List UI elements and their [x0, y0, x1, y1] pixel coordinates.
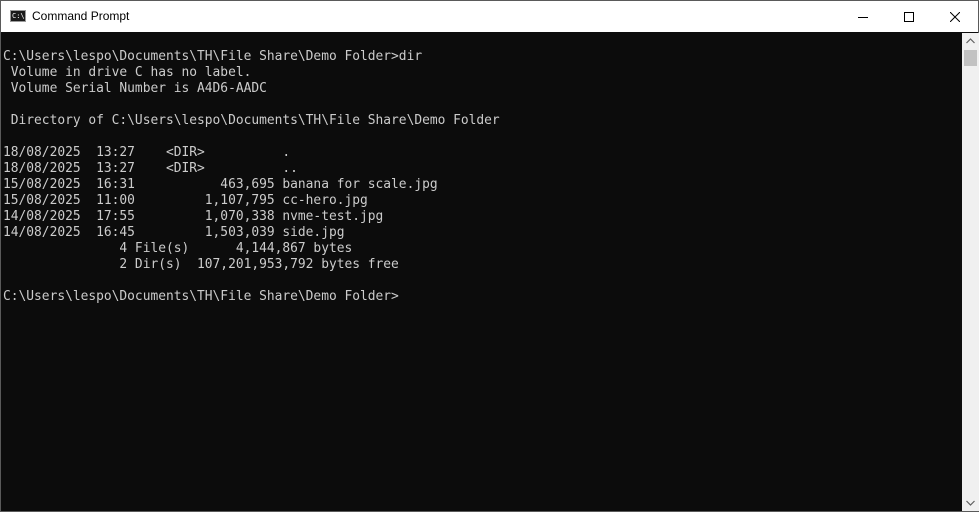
- console-output[interactable]: C:\Users\lespo\Documents\TH\File Share\D…: [2, 33, 962, 511]
- title-bar[interactable]: C:\ Command Prompt: [1, 1, 978, 32]
- scroll-down-button[interactable]: [962, 495, 979, 511]
- console-line: 14/08/2025 17:55 1,070,338 nvme-test.jpg: [3, 209, 384, 224]
- console-line: 4 File(s) 4,144,867 bytes: [3, 241, 353, 256]
- console-line: 18/08/2025 13:27 <DIR> ..: [3, 161, 298, 176]
- command-prompt-window: C:\ Command Prompt C:\Users\lespo\Docume…: [0, 0, 979, 512]
- close-icon: [950, 11, 960, 22]
- console-line: 2 Dir(s) 107,201,953,792 bytes free: [3, 257, 399, 272]
- console-line: 18/08/2025 13:27 <DIR> .: [3, 145, 291, 160]
- app-icon-text: C:\: [12, 12, 25, 20]
- prompt-line: C:\Users\lespo\Documents\TH\File Share\D…: [3, 289, 399, 304]
- maximize-icon: [904, 11, 914, 22]
- window-title: Command Prompt: [32, 9, 130, 23]
- chevron-up-icon: [966, 38, 975, 44]
- scroll-thumb[interactable]: [964, 50, 977, 66]
- console-line: 15/08/2025 11:00 1,107,795 cc-hero.jpg: [3, 193, 368, 208]
- minimize-button[interactable]: [840, 1, 886, 32]
- chevron-down-icon: [966, 500, 975, 506]
- console-line: 15/08/2025 16:31 463,695 banana for scal…: [3, 177, 438, 192]
- vertical-scrollbar[interactable]: [962, 33, 979, 511]
- console-line: 14/08/2025 16:45 1,503,039 side.jpg: [3, 225, 345, 240]
- console-line: Directory of C:\Users\lespo\Documents\TH…: [3, 113, 500, 128]
- cmd-app-icon[interactable]: C:\: [10, 10, 26, 22]
- close-button[interactable]: [932, 1, 978, 32]
- maximize-button[interactable]: [886, 1, 932, 32]
- scroll-up-button[interactable]: [962, 33, 979, 49]
- minimize-icon: [858, 16, 868, 18]
- console-line: C:\Users\lespo\Documents\TH\File Share\D…: [3, 49, 423, 64]
- console-line: Volume in drive C has no label.: [3, 65, 252, 80]
- console-line: Volume Serial Number is A4D6-AADC: [3, 81, 267, 96]
